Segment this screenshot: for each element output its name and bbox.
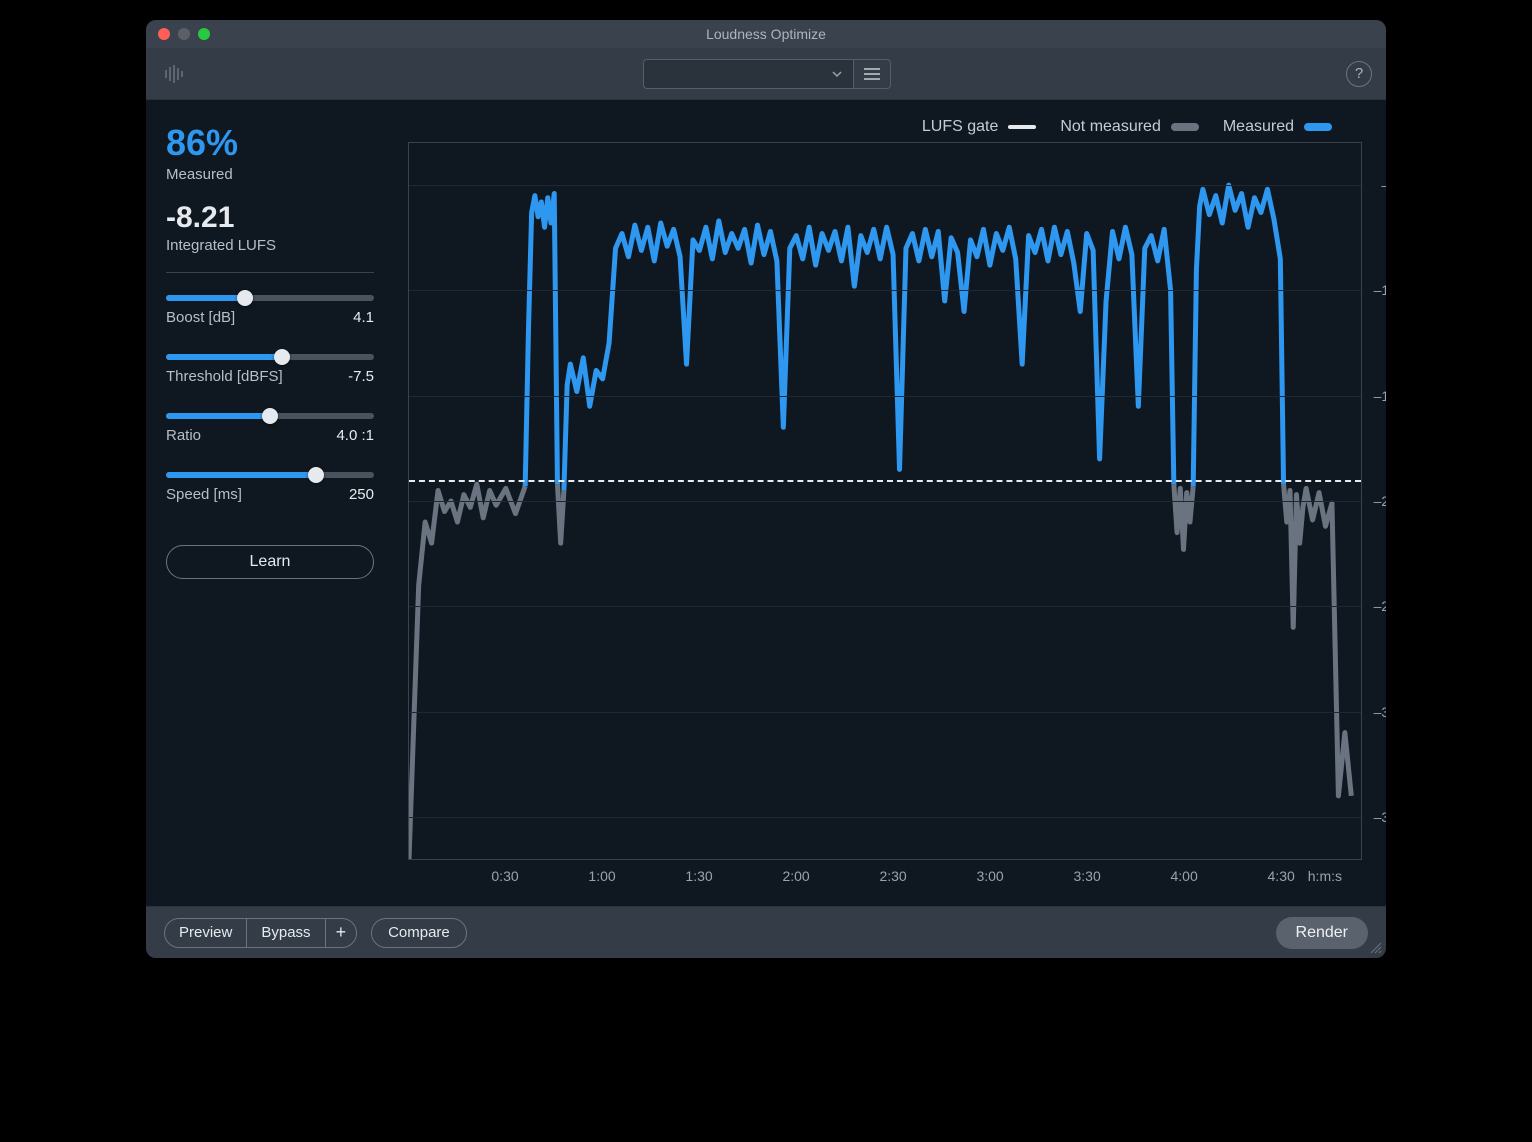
- x-axis-unit-label: h:m:s: [1308, 868, 1342, 884]
- resize-handle-icon[interactable]: [1368, 940, 1382, 954]
- y-tick-label: –20: [1374, 493, 1386, 509]
- y-tick-label: –5: [1381, 177, 1386, 193]
- app-logo-icon: [160, 60, 188, 88]
- preset-menu-button[interactable]: [854, 60, 890, 88]
- close-icon[interactable]: [158, 28, 170, 40]
- x-tick-label: 2:30: [879, 868, 906, 884]
- preview-bypass-group: Preview Bypass +: [164, 918, 357, 948]
- chart-area: LUFS gate Not measured Measured –5–10–15…: [394, 100, 1386, 906]
- speed-slider[interactable]: Speed [ms] 250: [166, 472, 374, 503]
- boost-slider[interactable]: Boost [dB] 4.1: [166, 295, 374, 326]
- y-tick-label: –10: [1374, 282, 1386, 298]
- threshold-value: -7.5: [348, 368, 374, 385]
- learn-button[interactable]: Learn: [166, 545, 374, 579]
- measured-percent: 86%: [166, 122, 374, 164]
- y-tick-label: –15: [1374, 388, 1386, 404]
- x-tick-label: 4:00: [1171, 868, 1198, 884]
- legend-measured-label: Measured: [1223, 118, 1294, 136]
- footer: Preview Bypass + Compare Render: [146, 906, 1386, 958]
- hamburger-icon: [863, 67, 881, 81]
- plus-button[interactable]: +: [326, 919, 357, 947]
- x-tick-label: 1:00: [588, 868, 615, 884]
- integrated-lufs-value: -8.21: [166, 201, 374, 235]
- x-tick-label: 0:30: [491, 868, 518, 884]
- x-tick-label: 3:00: [976, 868, 1003, 884]
- x-axis: 0:30 1:00 1:30 2:00 2:30 3:00 3:30 4:00 4:30 h:m:…: [408, 860, 1362, 894]
- x-tick-label: 2:00: [782, 868, 809, 884]
- slider-thumb[interactable]: [262, 408, 278, 424]
- preset-select[interactable]: [644, 60, 854, 88]
- legend-gate-swatch: [1008, 125, 1036, 129]
- x-tick-label: 1:30: [685, 868, 712, 884]
- slider-thumb[interactable]: [274, 349, 290, 365]
- zoom-icon[interactable]: [198, 28, 210, 40]
- render-button[interactable]: Render: [1276, 917, 1368, 949]
- slider-thumb[interactable]: [308, 467, 324, 483]
- threshold-label: Threshold [dBFS]: [166, 368, 283, 385]
- toolbar: ?: [146, 48, 1386, 100]
- divider: [166, 272, 374, 273]
- help-icon: ?: [1355, 65, 1363, 82]
- y-tick-label: –25: [1374, 598, 1386, 614]
- compare-button[interactable]: Compare: [371, 918, 467, 948]
- chevron-down-icon: [831, 68, 843, 80]
- ratio-slider[interactable]: Ratio 4.0 :1: [166, 413, 374, 444]
- legend-gate-label: LUFS gate: [922, 118, 998, 136]
- speed-label: Speed [ms]: [166, 486, 242, 503]
- boost-label: Boost [dB]: [166, 309, 235, 326]
- ratio-value: 4.0 :1: [336, 427, 374, 444]
- legend: LUFS gate Not measured Measured: [408, 118, 1362, 136]
- loudness-chart[interactable]: –5–10–15–20–25–30–35: [408, 142, 1362, 860]
- y-tick-label: –30: [1374, 704, 1386, 720]
- boost-value: 4.1: [353, 309, 374, 326]
- minimize-icon[interactable]: [178, 28, 190, 40]
- legend-measured-swatch: [1304, 123, 1332, 131]
- sidebar: 86% Measured -8.21 Integrated LUFS Boost…: [146, 100, 394, 906]
- titlebar: Loudness Optimize: [146, 20, 1386, 48]
- legend-notmeasured-label: Not measured: [1060, 118, 1161, 136]
- x-tick-label: 3:30: [1073, 868, 1100, 884]
- speed-value: 250: [349, 486, 374, 503]
- preset-combo: [643, 59, 891, 89]
- preview-button[interactable]: Preview: [165, 919, 247, 947]
- lufs-gate-line: [409, 480, 1361, 482]
- window-title: Loudness Optimize: [146, 26, 1386, 42]
- x-tick-label: 4:30: [1268, 868, 1295, 884]
- legend-notmeasured-swatch: [1171, 123, 1199, 131]
- integrated-lufs-label: Integrated LUFS: [166, 237, 374, 254]
- slider-thumb[interactable]: [237, 290, 253, 306]
- y-tick-label: –35: [1374, 809, 1386, 825]
- threshold-slider[interactable]: Threshold [dBFS] -7.5: [166, 354, 374, 385]
- ratio-label: Ratio: [166, 427, 201, 444]
- help-button[interactable]: ?: [1346, 61, 1372, 87]
- app-window: Loudness Optimize ? 86% Measured -8.21 I…: [146, 20, 1386, 958]
- bypass-button[interactable]: Bypass: [247, 919, 325, 947]
- measured-percent-label: Measured: [166, 166, 374, 183]
